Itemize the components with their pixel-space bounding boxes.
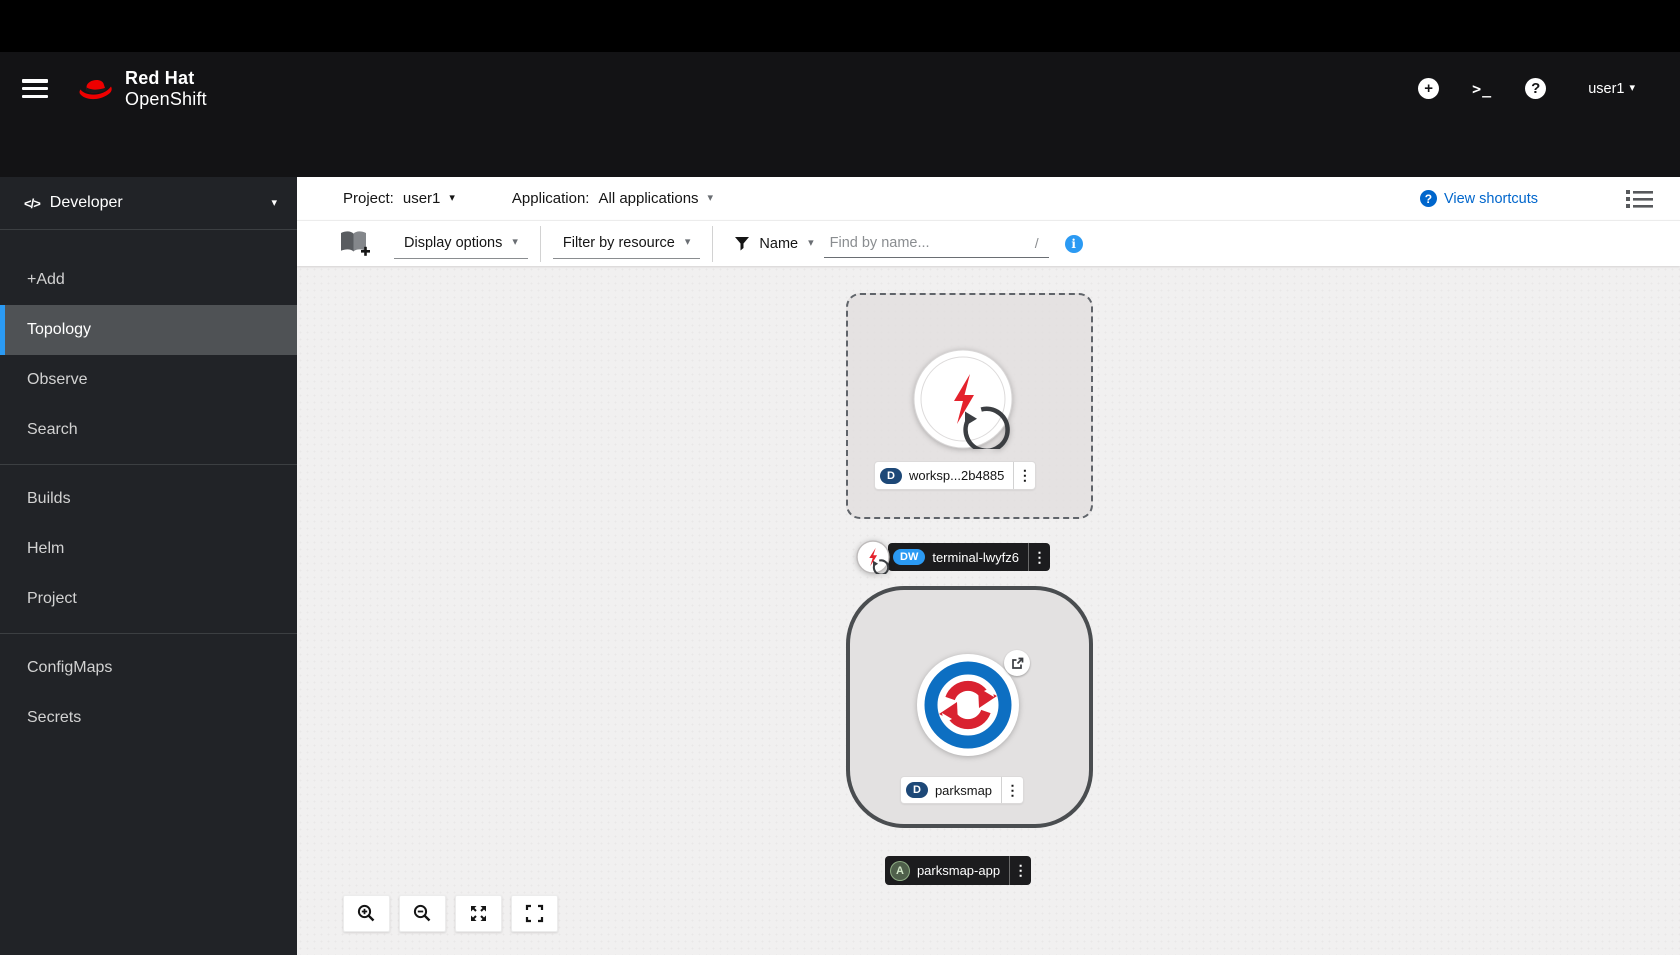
user-menu[interactable]: user1 ▾ xyxy=(1588,81,1635,97)
sidebar-item-helm[interactable]: Helm xyxy=(0,524,297,574)
nav-toggle-icon[interactable] xyxy=(22,79,48,98)
kebab-menu-icon[interactable]: ⋮ xyxy=(1001,777,1023,803)
workspace-node-name: worksp...2b4885 xyxy=(902,468,1013,483)
list-view-icon[interactable] xyxy=(1626,189,1653,209)
username: user1 xyxy=(1588,81,1624,97)
view-shortcuts-label: View shortcuts xyxy=(1444,191,1538,207)
terminal-node-label[interactable]: DW terminal-lwyfz6 ⋮ xyxy=(888,543,1050,571)
caret-down-icon: ▾ xyxy=(708,193,714,204)
caret-down-icon: ▾ xyxy=(1629,83,1635,94)
app-window: Red Hat OpenShift + >_ ? user1 ▾ </> Dev… xyxy=(0,52,1680,903)
sidebar-item-search[interactable]: Search xyxy=(0,405,297,455)
devworkspace-icon xyxy=(856,540,890,574)
name-filter-dropdown[interactable]: Name ▾ xyxy=(725,230,823,258)
workspace-node[interactable] xyxy=(913,349,1013,449)
add-plus-circle-icon[interactable]: + xyxy=(1418,78,1439,99)
code-icon: </> xyxy=(24,196,40,211)
info-icon[interactable]: i xyxy=(1065,235,1083,253)
masthead-utilities: + >_ ? user1 ▾ xyxy=(1418,78,1635,99)
deployment-badge: D xyxy=(880,468,902,484)
perspective-label: Developer xyxy=(50,194,123,212)
topology-canvas[interactable]: D worksp...2b4885 ⋮ DW terminal-lwyfz6 ⋮ xyxy=(297,266,1680,955)
kebab-menu-icon[interactable]: ⋮ xyxy=(1013,462,1035,489)
caret-down-icon: ▾ xyxy=(512,237,518,248)
deployment-badge: D xyxy=(906,782,928,798)
slash-shortcut-hint: / xyxy=(1035,235,1039,251)
application-value: All applications xyxy=(598,190,698,207)
caret-down-icon: ▾ xyxy=(271,198,277,209)
red-hat-icon xyxy=(76,74,116,104)
project-dropdown[interactable]: Project: user1 ▾ xyxy=(343,190,455,207)
kebab-menu-icon[interactable]: ⋮ xyxy=(1009,856,1031,885)
display-options-dropdown[interactable]: Display options ▾ xyxy=(394,229,528,259)
sidebar-item-configmaps[interactable]: ConfigMaps xyxy=(0,643,297,693)
sidebar-item-topology[interactable]: Topology xyxy=(0,305,297,355)
parksmap-node-name: parksmap xyxy=(928,783,1001,798)
topology-toolbar: Display options ▾ Filter by resource ▾ N… xyxy=(297,220,1680,266)
application-label: Application: xyxy=(512,190,590,207)
view-shortcuts-link[interactable]: ? View shortcuts xyxy=(1420,190,1538,207)
masthead: Red Hat OpenShift + >_ ? user1 ▾ xyxy=(0,52,1680,125)
name-filter-label: Name xyxy=(759,236,798,252)
brand-logo[interactable]: Red Hat OpenShift xyxy=(76,68,207,108)
perspective-switcher[interactable]: </> Developer ▾ xyxy=(0,177,297,230)
sidebar: </> Developer ▾ +Add Topology Observe Se… xyxy=(0,177,297,955)
terminal-node[interactable] xyxy=(856,540,890,574)
display-options-label: Display options xyxy=(404,235,502,251)
toolbar-separator xyxy=(712,226,713,262)
help-icon[interactable]: ? xyxy=(1525,78,1546,99)
reset-view-button[interactable] xyxy=(511,895,558,932)
sidebar-item-builds[interactable]: Builds xyxy=(0,474,297,524)
caret-down-icon: ▾ xyxy=(685,237,691,248)
project-value: user1 xyxy=(403,190,441,207)
parksmap-node-label[interactable]: D parksmap ⋮ xyxy=(901,777,1023,803)
filter-by-resource-dropdown[interactable]: Filter by resource ▾ xyxy=(553,229,701,259)
sidebar-item-add[interactable]: +Add xyxy=(0,255,297,305)
main-content: Project: user1 ▾ Application: All applic… xyxy=(297,177,1680,955)
filter-by-resource-label: Filter by resource xyxy=(563,235,675,251)
nav-divider xyxy=(0,464,297,465)
devworkspace-icon xyxy=(913,349,1013,449)
fit-to-screen-button[interactable] xyxy=(455,895,502,932)
brand-line1: Red Hat xyxy=(125,68,207,88)
terminal-node-name: terminal-lwyfz6 xyxy=(925,550,1028,565)
sidebar-item-project[interactable]: Project xyxy=(0,574,297,624)
caret-down-icon: ▾ xyxy=(449,193,455,204)
external-link-icon xyxy=(1011,657,1024,670)
devworkspace-badge: DW xyxy=(893,549,925,565)
application-dropdown[interactable]: Application: All applications ▾ xyxy=(512,190,713,207)
context-bar: Project: user1 ▾ Application: All applic… xyxy=(297,177,1680,220)
sidebar-item-secrets[interactable]: Secrets xyxy=(0,693,297,743)
caret-down-icon: ▾ xyxy=(808,238,814,249)
find-by-name-box: / xyxy=(824,230,1049,258)
project-label: Project: xyxy=(343,190,394,207)
toolbar-separator xyxy=(540,226,541,262)
canvas-controls xyxy=(343,895,558,932)
kebab-menu-icon[interactable]: ⋮ xyxy=(1028,543,1050,571)
application-group-label[interactable]: A parksmap-app ⋮ xyxy=(885,856,1031,885)
nav-divider xyxy=(0,633,297,634)
application-badge: A xyxy=(890,861,910,881)
open-url-decorator[interactable] xyxy=(1004,650,1030,676)
brand-line2: OpenShift xyxy=(125,89,207,109)
zoom-out-button[interactable] xyxy=(399,895,446,932)
find-by-name-input[interactable] xyxy=(830,235,1035,251)
workspace-node-label[interactable]: D worksp...2b4885 ⋮ xyxy=(875,462,1035,489)
sidebar-nav: +Add Topology Observe Search Builds Helm… xyxy=(0,255,297,743)
quick-search-icon[interactable] xyxy=(339,230,370,257)
brand-text: Red Hat OpenShift xyxy=(125,68,207,108)
filter-funnel-icon xyxy=(735,237,749,251)
zoom-in-button[interactable] xyxy=(343,895,390,932)
sidebar-item-observe[interactable]: Observe xyxy=(0,355,297,405)
web-terminal-icon[interactable]: >_ xyxy=(1472,80,1492,98)
application-group-name: parksmap-app xyxy=(910,863,1009,878)
question-circle-icon: ? xyxy=(1420,190,1437,207)
